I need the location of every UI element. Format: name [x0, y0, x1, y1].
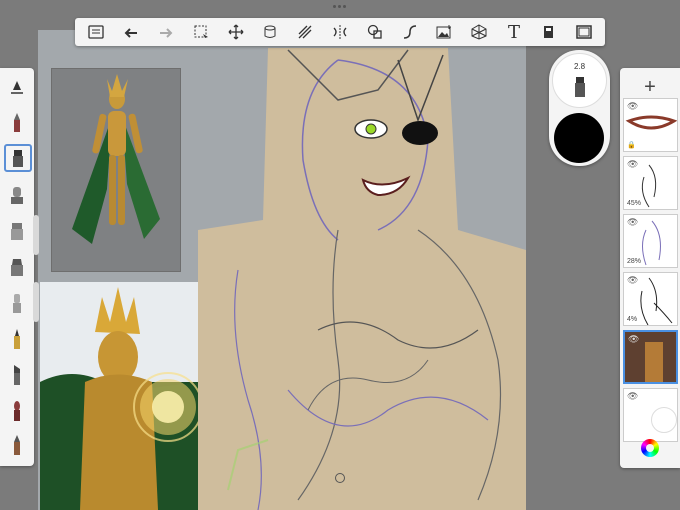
eye-icon[interactable]: 👁 [627, 159, 638, 170]
airbrush-icon[interactable] [4, 182, 30, 208]
eye-icon[interactable]: 👁 [628, 334, 639, 345]
layer-thumbnail-2[interactable]: 👁 45% [623, 156, 678, 210]
dot-icon [338, 5, 341, 8]
text-icon[interactable]: T [503, 21, 525, 43]
shape-icon[interactable] [364, 21, 386, 43]
brush-opacity-slider-handle[interactable] [33, 282, 39, 322]
pencil-brush-icon[interactable] [4, 110, 30, 136]
pen-brush-icon[interactable] [4, 326, 30, 352]
image-import-icon[interactable] [433, 21, 455, 43]
layer-thumbnail-3[interactable]: 👁 28% [623, 214, 678, 268]
menu-grabber[interactable] [332, 5, 348, 9]
eye-icon[interactable]: 👁 [627, 275, 638, 286]
layer-blank-preview [651, 407, 677, 433]
selection-icon[interactable] [190, 21, 212, 43]
brush-size-value: 2.8 [573, 62, 586, 71]
layer-opacity: 4% [627, 316, 638, 323]
fill-icon[interactable] [538, 21, 560, 43]
layer-opacity: 45% [627, 200, 642, 207]
chisel-brush-icon[interactable] [4, 362, 30, 388]
smudge-brush-icon[interactable] [4, 290, 30, 316]
top-toolbar: T [75, 18, 605, 46]
eye-icon[interactable]: 👁 [627, 391, 638, 402]
eye-icon[interactable]: 👁 [627, 217, 638, 228]
symmetry-icon[interactable] [329, 21, 351, 43]
ruler-icon[interactable] [259, 21, 281, 43]
redo-icon[interactable] [155, 21, 177, 43]
move-icon[interactable] [225, 21, 247, 43]
color-puck[interactable] [554, 113, 604, 163]
layer-thumbnail-6[interactable]: 👁 [623, 388, 678, 442]
layers-panel: + 👁 🔒 👁 45% 👁 28% 👁 4% 👁 👁 [620, 68, 680, 468]
layer-thumbnail-5-active[interactable]: 👁 [623, 330, 678, 384]
dot-icon [343, 5, 346, 8]
curve-icon[interactable] [399, 21, 421, 43]
layer-opacity: 28% [627, 258, 642, 265]
fullscreen-icon[interactable] [573, 21, 595, 43]
eraser-brush-icon[interactable] [4, 432, 30, 458]
marker-icon [575, 77, 585, 97]
brush-size-puck[interactable]: 2.8 [552, 53, 607, 108]
color-wheel-icon[interactable] [641, 439, 659, 457]
perspective-icon[interactable] [294, 21, 316, 43]
sketch-layer[interactable] [38, 30, 526, 510]
list-icon[interactable] [85, 21, 107, 43]
undo-icon[interactable] [120, 21, 142, 43]
layer-thumbnail-4[interactable]: 👁 4% [623, 272, 678, 326]
grid-icon[interactable] [468, 21, 490, 43]
brush-toolbar [0, 68, 34, 466]
dot-icon [333, 5, 336, 8]
round-brush-icon[interactable] [4, 398, 30, 424]
flat-brush-icon[interactable] [4, 254, 30, 280]
brush-size-slider-handle[interactable] [33, 215, 39, 255]
brush-puck: 2.8 [549, 50, 610, 166]
layer-lock-icon: 🔒 [627, 142, 636, 149]
eye-icon[interactable]: 👁 [627, 101, 638, 112]
brush-library-icon[interactable] [4, 74, 30, 100]
canvas-cursor [335, 473, 345, 483]
marker-brush-icon[interactable] [4, 144, 32, 172]
layer-thumbnail-1[interactable]: 👁 🔒 [623, 98, 678, 152]
paint-brush-icon[interactable] [4, 218, 30, 244]
